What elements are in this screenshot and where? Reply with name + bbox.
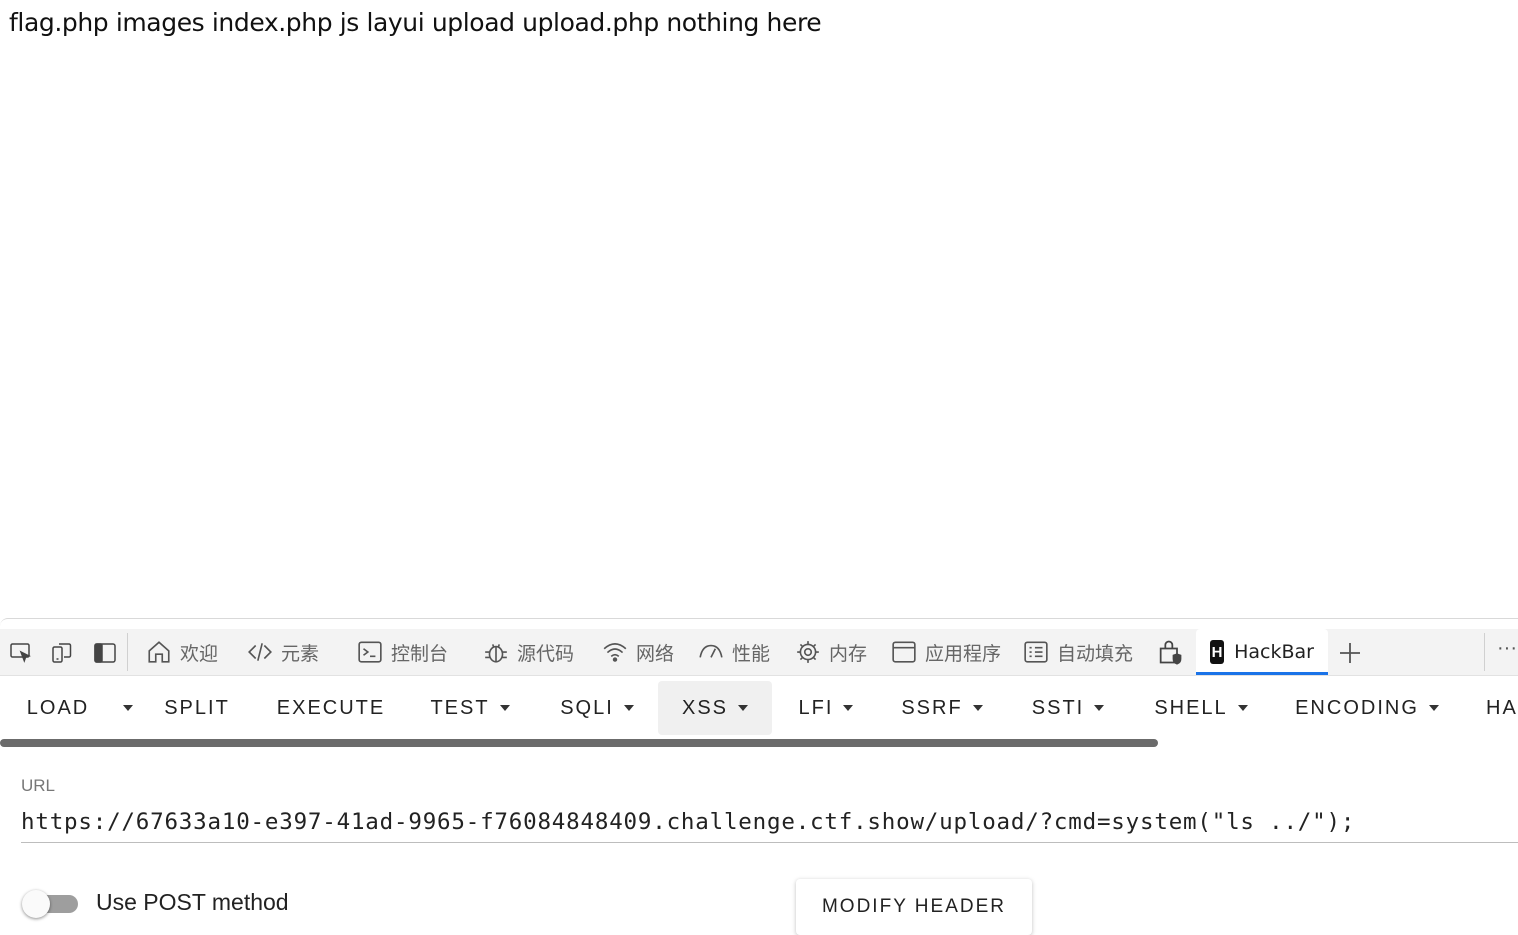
inspect-element-icon[interactable] bbox=[9, 641, 33, 665]
tab-welcome[interactable]: 欢迎 bbox=[146, 629, 218, 675]
xss-menu-button[interactable]: XSS bbox=[658, 681, 772, 735]
tab-memory[interactable]: 内存 bbox=[795, 629, 867, 675]
caret-down-icon bbox=[738, 705, 749, 711]
hash-menu-button[interactable]: HA bbox=[1486, 681, 1518, 735]
dock-sidebar-icon[interactable] bbox=[93, 641, 117, 665]
caret-down-icon bbox=[1428, 705, 1439, 711]
page-output-text: flag.php images index.php js layui uploa… bbox=[9, 8, 822, 37]
toggle-knob bbox=[22, 890, 50, 918]
devtools-tab-bar: 欢迎 元素 控制台 源代码 网络 性能 内存 应用程序 自动填充 H HackB… bbox=[0, 629, 1518, 676]
url-label: URL bbox=[21, 776, 56, 795]
tab-application[interactable]: 应用程序 bbox=[891, 629, 1001, 675]
bug-icon bbox=[485, 644, 507, 663]
lfi-menu-button[interactable]: LFI bbox=[778, 681, 874, 735]
modify-header-button[interactable]: MODIFY HEADER bbox=[796, 879, 1032, 935]
home-icon bbox=[148, 641, 170, 663]
tab-autofill[interactable]: 自动填充 bbox=[1023, 629, 1133, 675]
tab-network[interactable]: 网络 bbox=[602, 629, 674, 675]
window-icon bbox=[892, 641, 916, 663]
tab-performance[interactable]: 性能 bbox=[698, 629, 770, 675]
url-input[interactable] bbox=[21, 802, 1518, 843]
sqli-menu-button[interactable]: SQLI bbox=[540, 681, 654, 735]
toolbar-divider-right bbox=[1484, 633, 1485, 671]
tab-sources[interactable]: 源代码 bbox=[483, 629, 574, 675]
wifi-icon bbox=[603, 643, 627, 662]
tab-console[interactable]: 控制台 bbox=[357, 629, 448, 675]
ssrf-menu-button[interactable]: SSRF bbox=[884, 681, 1000, 735]
ssti-menu-button[interactable]: SSTI bbox=[1012, 681, 1124, 735]
device-emulation-icon[interactable] bbox=[50, 641, 74, 665]
more-options-icon[interactable]: ··· bbox=[1497, 637, 1517, 660]
execute-button[interactable]: EXECUTE bbox=[262, 681, 400, 735]
add-tab-plus-icon[interactable] bbox=[1338, 641, 1362, 665]
load-dropdown-button[interactable] bbox=[116, 681, 140, 735]
toolbar-scrollbar[interactable] bbox=[0, 739, 1518, 747]
caret-down-icon bbox=[623, 705, 634, 711]
toolbar-divider bbox=[127, 633, 128, 671]
post-method-label: Use POST method bbox=[96, 889, 289, 915]
post-method-toggle[interactable] bbox=[22, 890, 78, 918]
list-icon bbox=[1024, 641, 1048, 663]
hackbar-toolbar: LOAD SPLIT EXECUTE TEST SQLI XSS LFI SSR… bbox=[0, 679, 1518, 737]
gauge-icon bbox=[699, 644, 723, 658]
split-button[interactable]: SPLIT bbox=[140, 681, 254, 735]
code-icon bbox=[248, 643, 272, 661]
hackbar-logo-icon: H bbox=[1210, 640, 1225, 664]
caret-down-icon bbox=[1237, 705, 1248, 711]
extension-bag-icon[interactable] bbox=[1156, 638, 1184, 666]
caret-down-icon bbox=[843, 705, 854, 711]
scrollbar-thumb[interactable] bbox=[0, 739, 1158, 747]
devtools-panel: 欢迎 元素 控制台 源代码 网络 性能 内存 应用程序 自动填充 H HackB… bbox=[0, 618, 1518, 935]
console-icon bbox=[358, 641, 382, 663]
caret-down-icon bbox=[499, 705, 510, 711]
load-button[interactable]: LOAD bbox=[0, 681, 116, 735]
caret-down-icon bbox=[1094, 705, 1105, 711]
test-menu-button[interactable]: TEST bbox=[410, 681, 530, 735]
chip-icon bbox=[797, 641, 819, 663]
encoding-menu-button[interactable]: ENCODING bbox=[1282, 681, 1452, 735]
tab-elements[interactable]: 元素 bbox=[247, 629, 319, 675]
tab-hackbar[interactable]: H HackBar bbox=[1196, 629, 1328, 675]
caret-down-icon bbox=[123, 705, 133, 711]
shell-menu-button[interactable]: SHELL bbox=[1136, 681, 1266, 735]
caret-down-icon bbox=[972, 705, 983, 711]
